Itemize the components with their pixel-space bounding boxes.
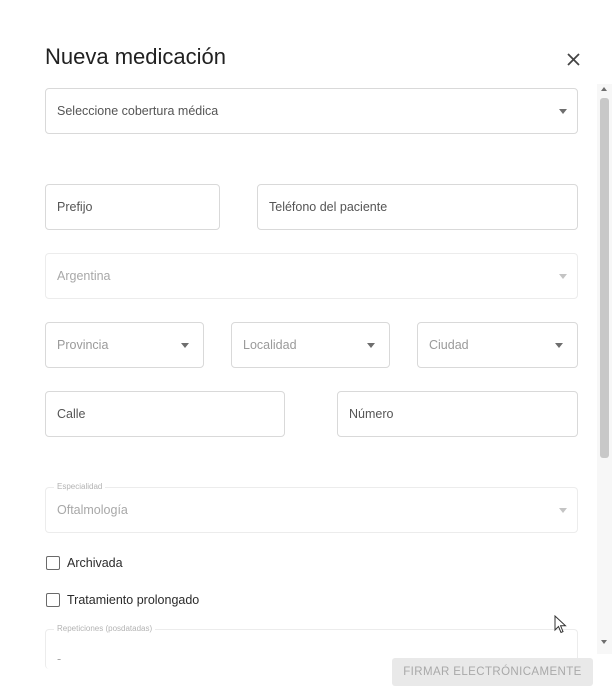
scrollbar-thumb[interactable] xyxy=(600,98,609,458)
prefix-placeholder: Prefijo xyxy=(57,200,93,214)
province-select[interactable]: Provincia xyxy=(45,322,204,368)
mouse-pointer-icon xyxy=(554,615,567,634)
repetitions-value: - xyxy=(57,652,62,666)
phone-placeholder: Teléfono del paciente xyxy=(269,200,388,214)
prolonged-treatment-label: Tratamiento prolongado xyxy=(67,593,200,607)
province-placeholder: Provincia xyxy=(57,338,109,352)
specialty-value: Oftalmología xyxy=(57,503,128,517)
locality-placeholder: Localidad xyxy=(243,338,297,352)
coverage-placeholder: Seleccione cobertura médica xyxy=(57,104,219,118)
repetitions-label: Repeticiones (posdatadas) xyxy=(54,624,156,633)
number-input[interactable]: Número xyxy=(337,391,578,437)
locality-select[interactable]: Localidad xyxy=(231,322,390,368)
prolonged-treatment-checkbox[interactable] xyxy=(46,593,60,607)
street-placeholder: Calle xyxy=(57,407,86,421)
city-placeholder: Ciudad xyxy=(429,338,469,352)
country-value: Argentina xyxy=(57,269,111,283)
chevron-down-icon xyxy=(559,508,567,513)
archived-checkbox[interactable] xyxy=(46,556,60,570)
phone-input[interactable]: Teléfono del paciente xyxy=(257,184,578,230)
chevron-down-icon xyxy=(367,343,375,348)
dialog-title: Nueva medicación xyxy=(45,44,226,69)
scroll-down-arrow-icon[interactable] xyxy=(601,640,607,644)
chevron-down-icon xyxy=(559,109,567,114)
number-placeholder: Número xyxy=(349,407,394,421)
prefix-input[interactable]: Prefijo xyxy=(45,184,220,230)
chevron-down-icon xyxy=(559,274,567,279)
city-select[interactable]: Ciudad xyxy=(417,322,578,368)
specialty-select: Especialidad Oftalmología xyxy=(45,482,578,533)
sign-electronically-button[interactable]: FIRMAR ELECTRÓNICAMENTE xyxy=(392,658,593,686)
archived-label: Archivada xyxy=(67,556,123,570)
chevron-down-icon xyxy=(555,343,563,348)
country-select: Argentina xyxy=(45,253,578,299)
scroll-up-arrow-icon[interactable] xyxy=(601,87,607,91)
chevron-down-icon xyxy=(181,343,189,348)
close-icon[interactable] xyxy=(565,50,583,68)
street-input[interactable]: Calle xyxy=(45,391,285,437)
coverage-select[interactable]: Seleccione cobertura médica xyxy=(45,88,578,134)
specialty-label: Especialidad xyxy=(54,482,106,491)
